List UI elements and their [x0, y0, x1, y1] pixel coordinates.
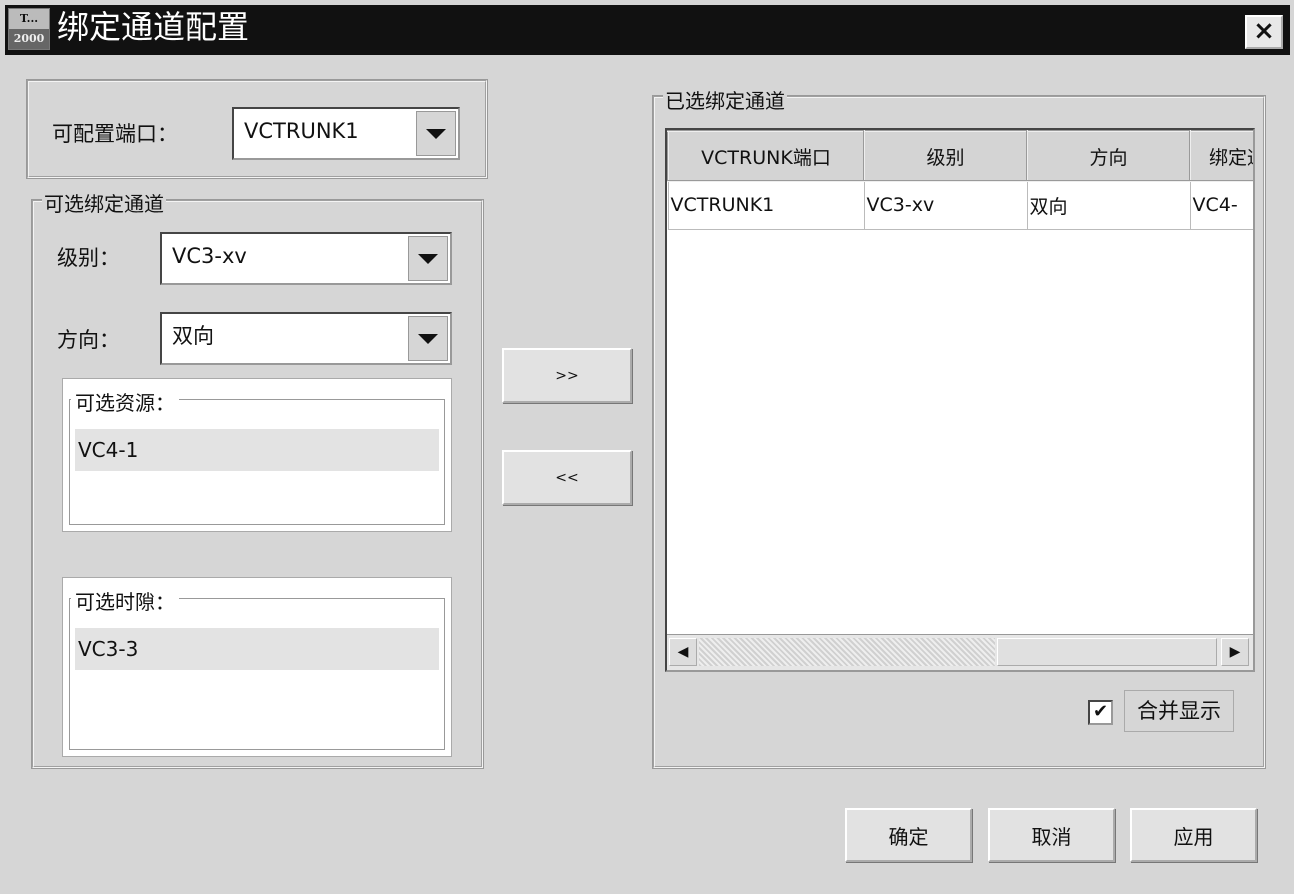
port-value: VCTRUNK1	[244, 119, 359, 143]
column-header[interactable]: 级别	[863, 130, 1028, 182]
resources-list: 可选资源： VC4-1	[62, 378, 452, 532]
level-select[interactable]: VC3-xv	[160, 232, 452, 285]
selected-table: VCTRUNK端口 级别 方向 绑定通道 VCTRUNK1 VC3-xv 双向 …	[665, 128, 1255, 672]
list-item[interactable]: VC4-1	[75, 429, 439, 471]
list-item[interactable]: VC3-3	[75, 628, 439, 670]
horizontal-scrollbar[interactable]: ◀ ▶	[667, 634, 1253, 670]
table-cell: 双向	[1026, 180, 1191, 230]
remove-button[interactable]: <<	[502, 450, 632, 505]
level-label: 级别：	[57, 246, 120, 270]
direction-label: 方向：	[57, 328, 120, 352]
timeslots-list: 可选时隙： VC3-3	[62, 577, 452, 757]
merge-display-checkbox[interactable]: ✔	[1088, 700, 1113, 725]
table-cell: VCTRUNK1	[667, 180, 865, 230]
resources-title: 可选资源：	[71, 387, 179, 416]
available-group-label: 可选绑定通道	[42, 188, 166, 217]
scrollbar-thumb[interactable]	[997, 638, 1217, 666]
scroll-right-icon[interactable]: ▶	[1221, 638, 1249, 666]
window-title: 绑定通道配置	[57, 8, 250, 46]
port-label: 可配置端口：	[52, 122, 178, 146]
timeslots-title: 可选时隙：	[71, 586, 179, 615]
chevron-down-icon[interactable]	[416, 111, 456, 156]
column-header[interactable]: VCTRUNK端口	[667, 130, 865, 182]
merge-display-label[interactable]: 合并显示	[1124, 690, 1234, 732]
table-row[interactable]: VCTRUNK1 VC3-xv 双向 VC4-	[667, 180, 1253, 230]
ok-button[interactable]: 确定	[845, 808, 972, 862]
scrollbar-track[interactable]	[699, 638, 995, 666]
selected-group-label: 已选绑定通道	[663, 85, 787, 114]
column-header[interactable]: 方向	[1026, 130, 1191, 182]
table-header: VCTRUNK端口 级别 方向 绑定通道	[667, 130, 1253, 182]
column-header[interactable]: 绑定通道	[1189, 130, 1253, 182]
direction-value: 双向	[172, 324, 214, 348]
port-select[interactable]: VCTRUNK1	[232, 107, 460, 160]
cancel-button[interactable]: 取消	[988, 808, 1115, 862]
direction-select[interactable]: 双向	[160, 312, 452, 365]
close-button[interactable]: ×	[1245, 15, 1283, 49]
chevron-down-icon[interactable]	[408, 236, 448, 281]
table-cell: VC3-xv	[863, 180, 1028, 230]
chevron-down-icon[interactable]	[408, 316, 448, 361]
level-value: VC3-xv	[172, 244, 247, 268]
apply-button[interactable]: 应用	[1130, 808, 1257, 862]
table-cell: VC4-	[1189, 180, 1253, 230]
app-logo-icon: T... 2000	[8, 8, 50, 50]
scroll-left-icon[interactable]: ◀	[669, 638, 697, 666]
add-button[interactable]: >>	[502, 348, 632, 403]
